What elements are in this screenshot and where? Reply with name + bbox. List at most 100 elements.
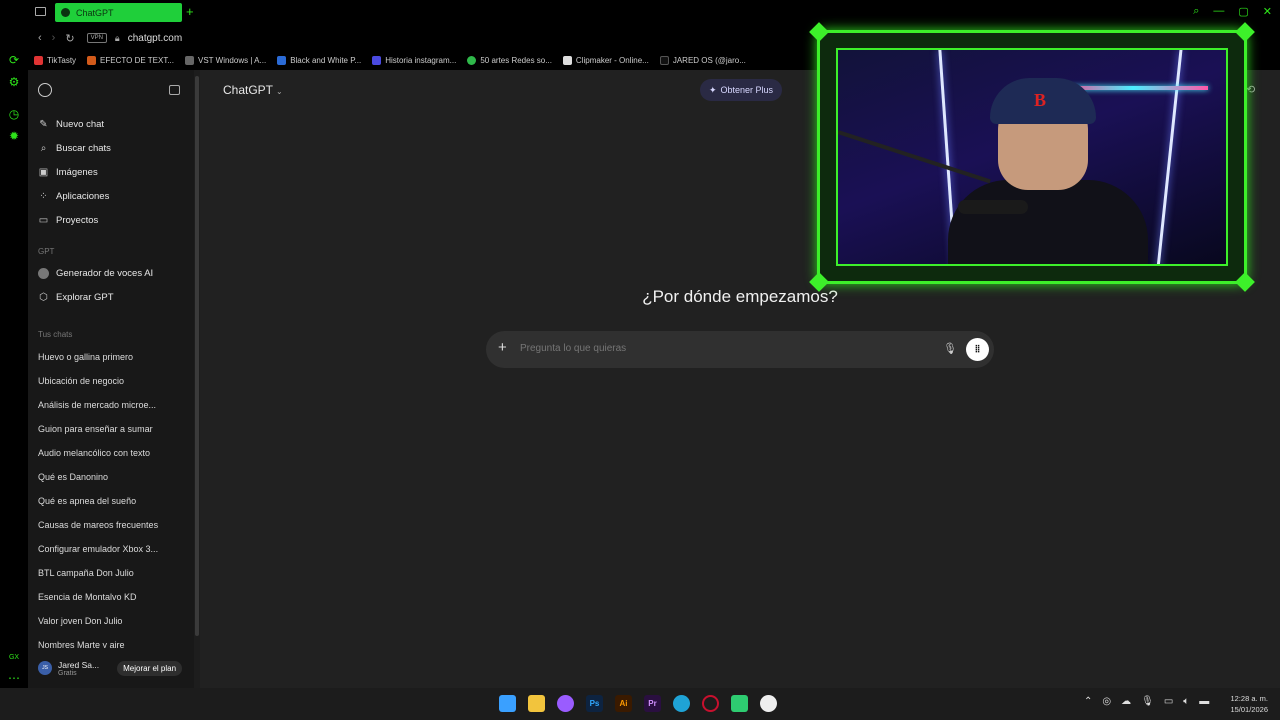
chat-item[interactable]: Valor joven Don Julio — [38, 616, 188, 626]
new-tab-icon[interactable]: + — [186, 5, 194, 19]
bookmark-item[interactable]: Black and White P... — [277, 55, 361, 65]
folder-icon: ▭ — [38, 214, 49, 226]
chat-item[interactable]: Qué es apnea del sueño — [38, 496, 188, 506]
system-tray: ⌃ ◎ ☁ 🎙︎ ▭ 🔈︎ ▬ — [1084, 696, 1209, 707]
voice-mode-button[interactable]: ⦙⦙ — [966, 338, 989, 361]
copilot-icon[interactable] — [557, 695, 574, 712]
user-menu[interactable]: JS Jared Sa... Gratis Mejorar el plan — [28, 652, 194, 684]
gx-logo-icon[interactable]: GX — [6, 650, 22, 666]
edit-icon: ✎ — [39, 118, 48, 130]
search-tabs-icon[interactable]: ⌕ — [1193, 5, 1199, 18]
gx-more-icon[interactable]: ⋯ — [6, 670, 22, 686]
app-tray-icon[interactable]: ◎ — [1102, 696, 1111, 707]
cloud-icon[interactable]: ☁ — [1121, 696, 1131, 707]
sidebar-item-new-chat[interactable]: ✎ Nuevo chat — [38, 115, 104, 133]
lock-icon[interactable]: 🔒︎ — [115, 33, 120, 44]
bookmark-favicon-icon — [277, 55, 287, 65]
openai-logo-icon[interactable] — [38, 83, 52, 97]
edge-icon[interactable] — [673, 695, 690, 712]
clock[interactable]: 12:28 a. m. 15/01/2026 — [1222, 693, 1268, 715]
chat-item[interactable]: Guion para enseñar a sumar — [38, 424, 188, 434]
bookmark-favicon-icon — [185, 55, 194, 65]
sidebar-item-projects[interactable]: ▭ Proyectos — [38, 211, 98, 229]
chat-item[interactable]: Configurar emulador Xbox 3... — [38, 544, 188, 554]
windows-start-icon[interactable] — [499, 695, 516, 712]
close-icon[interactable]: ✕ — [1263, 5, 1272, 18]
get-plus-button[interactable]: ✦ Obtener Plus — [700, 79, 782, 101]
upgrade-plan-button[interactable]: Mejorar el plan — [117, 660, 183, 676]
sidebar-item-images[interactable]: ▣ Imágenes — [38, 163, 98, 181]
sidebar-item-search-chats[interactable]: ⌕ Buscar chats — [38, 139, 111, 157]
microphone-icon[interactable]: 🎙︎ — [943, 342, 957, 355]
bookmark-item[interactable]: VST Windows | A... — [185, 55, 266, 65]
sidebar-scrollbar[interactable] — [194, 70, 200, 688]
bookmark-item[interactable]: JARED OS (@jaro... — [659, 55, 746, 65]
chevron-up-icon[interactable]: ⌃ — [1084, 696, 1092, 707]
sidebar-toggle-icon[interactable] — [169, 85, 180, 95]
chat-item[interactable]: Esencia de Montalvo KD — [38, 592, 188, 602]
tab-chatgpt[interactable]: ChatGPT — [55, 3, 182, 22]
sidebar: ✎ Nuevo chat ⌕ Buscar chats ▣ Imágenes ⁘ Apl… — [28, 70, 194, 688]
chat-item[interactable]: Audio melancólico con texto — [38, 448, 188, 458]
chat-item[interactable]: Análisis de mercado microe... — [38, 400, 188, 410]
battery-icon[interactable]: ▬ — [1199, 696, 1209, 707]
temporary-chat-icon[interactable]: ⟲ — [1246, 83, 1255, 96]
chat-item[interactable]: Huevo o gallina primero — [38, 352, 188, 362]
premiere-icon[interactable]: Pr — [644, 695, 661, 712]
minimize-icon[interactable]: — — [1213, 5, 1224, 18]
model-selector[interactable]: ChatGPT ⌄ — [223, 83, 283, 97]
chat-item[interactable]: Causas de mareos frecuentes — [38, 520, 188, 530]
window-controls: ⌕ — ▢ ✕ — [1193, 5, 1272, 18]
file-explorer-icon[interactable] — [528, 695, 545, 712]
gx-settings-icon[interactable]: ✹ — [6, 128, 22, 144]
gx-app-icon[interactable] — [731, 695, 748, 712]
monitor-icon[interactable]: ▭ — [1164, 696, 1173, 707]
url-field[interactable]: chatgpt.com — [128, 33, 182, 44]
bookmark-item[interactable]: TikTasty — [34, 55, 76, 65]
prompt-input[interactable] — [520, 343, 900, 354]
gx-control-icon[interactable]: ⚙ — [6, 74, 22, 90]
microphone — [958, 200, 1028, 214]
reload-icon[interactable]: ↻ — [65, 32, 74, 45]
tab-title: ChatGPT — [76, 7, 114, 18]
images-icon: ▣ — [38, 166, 49, 178]
add-attachment-icon[interactable]: + — [498, 339, 507, 356]
chat-item[interactable]: Ubicación de negocio — [38, 376, 188, 386]
gx-history-icon[interactable]: ◷ — [6, 106, 22, 122]
volume-icon[interactable]: 🔈︎ — [1183, 696, 1189, 707]
user-info: Jared Sa... Gratis — [58, 660, 99, 677]
mic-tray-icon[interactable]: 🎙︎ — [1141, 696, 1154, 707]
vpn-badge[interactable]: VPN — [86, 33, 107, 43]
photoshop-icon[interactable]: Ps — [586, 695, 603, 712]
chat-item[interactable]: BTL campaña Don Julio — [38, 568, 188, 578]
clock-date: 15/01/2026 — [1230, 705, 1268, 714]
neon-light — [1156, 50, 1183, 264]
bookmark-item[interactable]: 50 artes Redes so... — [467, 55, 552, 65]
get-plus-label: Obtener Plus — [720, 85, 774, 95]
opera-icon[interactable] — [702, 695, 719, 712]
obs-icon[interactable] — [760, 695, 777, 712]
bookmark-item[interactable]: EFECTO DE TEXT... — [87, 55, 174, 65]
bookmark-favicon-icon — [372, 55, 382, 65]
forward-icon[interactable]: › — [52, 32, 56, 44]
bookmark-favicon-icon — [87, 55, 97, 65]
bookmark-item[interactable]: Clipmaker - Online... — [562, 55, 649, 65]
chats-section-label: Tus chats — [38, 330, 73, 339]
browser-tab-bar: ChatGPT + ⌕ — ▢ ✕ — [0, 0, 1280, 26]
gpt-section-label: GPT — [38, 247, 55, 256]
maximize-icon[interactable]: ▢ — [1238, 5, 1248, 18]
bookmark-item[interactable]: Historia instagram... — [372, 55, 456, 65]
chat-item[interactable]: Qué es Danonino — [38, 472, 188, 482]
sidebar-item-apps[interactable]: ⁘ Aplicaciones — [38, 187, 109, 205]
user-plan: Gratis — [58, 669, 77, 677]
sidebar-item-explore-gpt[interactable]: ⬡ Explorar GPT — [38, 288, 113, 306]
sidebar-item-gpt-voices[interactable]: Generador de voces AI — [38, 264, 153, 282]
scrollbar-thumb[interactable] — [195, 76, 199, 636]
taskbar-apps: Ps Ai Pr — [499, 695, 777, 712]
chat-item[interactable]: Nombres Marte y aire — [38, 640, 188, 648]
avatar: JS — [38, 661, 52, 675]
illustrator-icon[interactable]: Ai — [615, 695, 632, 712]
workspaces-icon[interactable] — [35, 7, 46, 16]
back-icon[interactable]: ‹ — [38, 32, 42, 44]
gx-refresh-icon[interactable]: ⟳ — [6, 52, 22, 68]
